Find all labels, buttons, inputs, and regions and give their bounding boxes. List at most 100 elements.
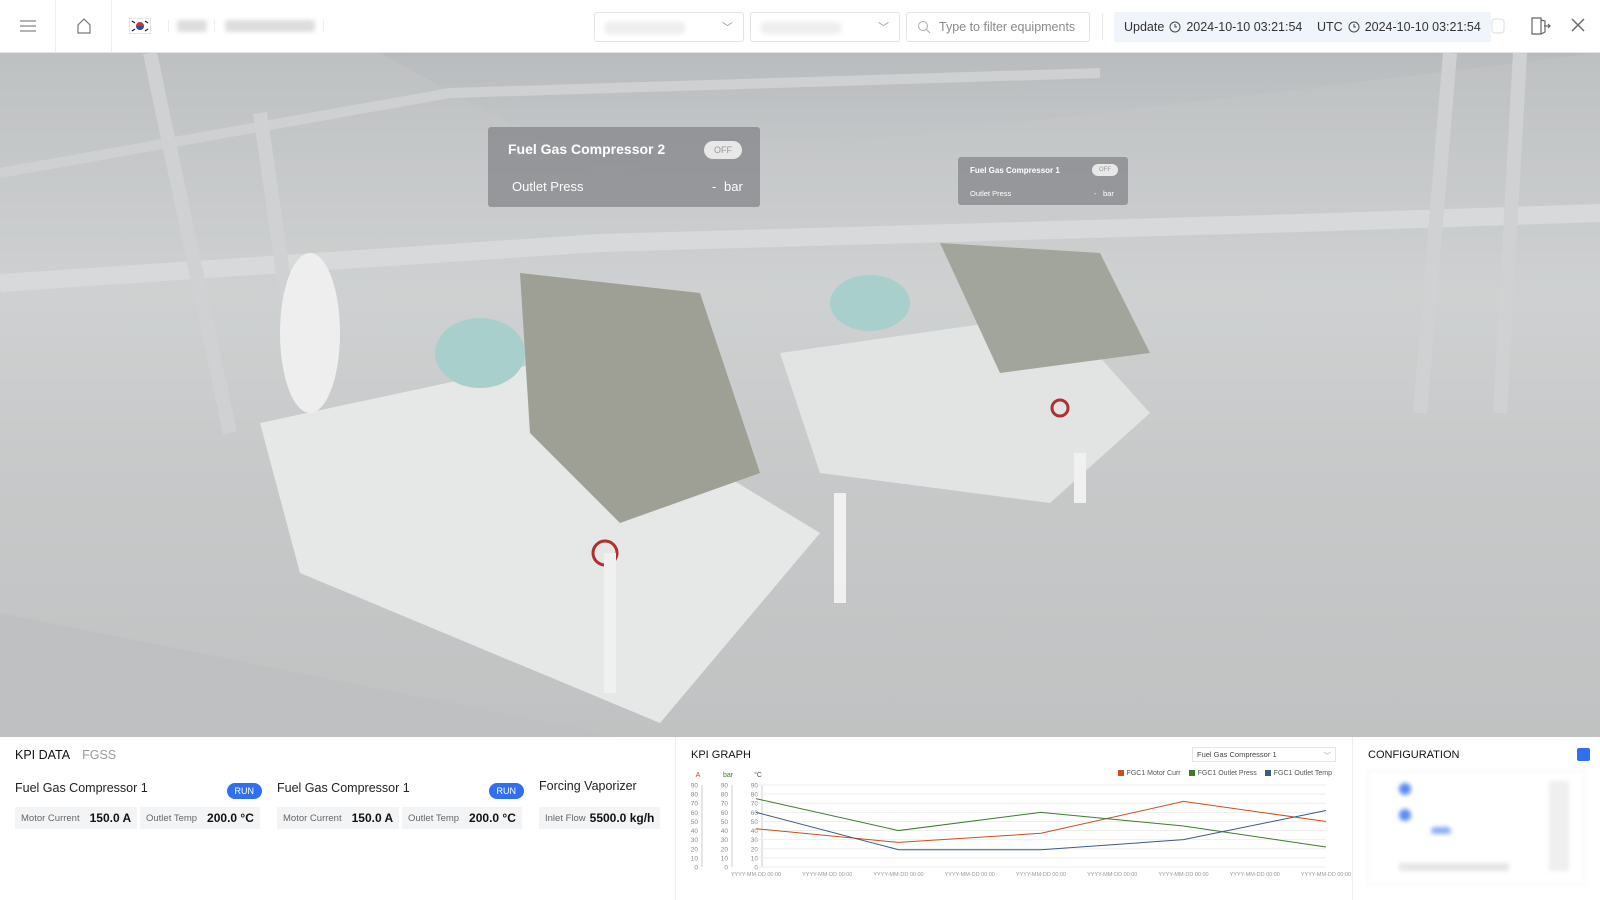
home-button[interactable] — [56, 0, 112, 53]
panel-title: CONFIGURATION — [1368, 749, 1460, 761]
equipment-type-select[interactable]: ﹀ — [750, 12, 900, 42]
configuration-panel: CONFIGURATION — [1353, 737, 1600, 900]
y-tick-label: 10 — [691, 855, 699, 862]
divider — [1102, 14, 1103, 40]
y-tick-label: 50 — [751, 819, 759, 826]
x-tick-label: YYYY-MM-DD 00:00 — [1230, 872, 1280, 878]
tag-metric-unit: bar — [1103, 189, 1114, 198]
y-tick-label: 10 — [721, 855, 729, 862]
axis-unit-label: bar — [723, 772, 734, 779]
utc-timestamp: UTC 2024-10-10 03:21:54 — [1307, 12, 1491, 42]
y-tick-label: 50 — [721, 819, 729, 826]
y-tick-label: 40 — [691, 828, 699, 835]
y-tick-label: 50 — [691, 819, 699, 826]
status-badge: OFF — [1092, 164, 1118, 176]
vessel-select[interactable]: ﹀ — [594, 12, 744, 42]
axis-unit-label: °C — [754, 771, 762, 779]
x-tick-label: YYYY-MM-DD 00:00 — [945, 872, 995, 878]
search-icon — [918, 21, 931, 34]
equipment-name: Fuel Gas Compressor 1 — [277, 781, 410, 795]
x-tick-label: YYYY-MM-DD 00:00 — [1087, 872, 1137, 878]
tag-metric-value: - — [1094, 189, 1097, 198]
y-tick-label: 90 — [721, 783, 729, 790]
y-tick-label: 70 — [751, 801, 759, 808]
y-tick-label: 40 — [721, 828, 729, 835]
panel-title: KPI GRAPH — [691, 749, 751, 761]
status-badge: RUN — [488, 783, 524, 799]
chevron-down-icon: ﹀ — [878, 22, 889, 34]
x-tick-label: YYYY-MM-DD 00:00 — [1016, 872, 1066, 878]
kpi-motor-current: Motor Current 150.0 A — [15, 807, 138, 829]
equipment-tag-fgc1[interactable]: Fuel Gas Compressor 1 OFF Outlet Press -… — [958, 157, 1128, 205]
expand-icon[interactable] — [1577, 748, 1590, 761]
y-tick-label: 0 — [754, 865, 758, 872]
hamburger-icon — [19, 20, 36, 32]
menu-button[interactable] — [0, 0, 56, 53]
kpi-outlet-temp: Outlet Temp 200.0 °C — [140, 807, 260, 829]
utc-label: UTC — [1317, 20, 1343, 34]
close-button[interactable] — [1570, 17, 1586, 38]
equipment-card[interactable]: Forcing Vaporizer Inlet Flow 5500.0 kg/h — [539, 779, 669, 829]
tag-metric-label: Outlet Press — [970, 189, 1012, 198]
y-tick-label: 20 — [691, 846, 699, 853]
tab-kpi-data[interactable]: KPI DATA — [15, 748, 70, 762]
exit-door-icon — [1531, 17, 1551, 35]
sync-icon — [1491, 18, 1505, 34]
y-tick-label: 60 — [691, 810, 699, 817]
x-tick-label: YYYY-MM-DD 00:00 — [1301, 872, 1351, 878]
kpi-motor-current: Motor Current 150.0 A — [277, 807, 400, 829]
y-tick-label: 80 — [721, 792, 729, 799]
equipment-card[interactable]: Fuel Gas Compressor 1 RUN Motor Current 1… — [277, 781, 524, 829]
kpi-outlet-temp: Outlet Temp 200.0 °C — [402, 807, 522, 829]
bottom-panels: KPI DATA FGSS Fuel Gas Compressor 1 RUN … — [0, 737, 1600, 900]
y-tick-label: 30 — [751, 837, 759, 844]
tag-metric-value: - — [712, 179, 717, 194]
y-tick-label: 70 — [721, 801, 729, 808]
y-tick-label: 80 — [751, 792, 759, 799]
x-tick-label: YYYY-MM-DD 00:00 — [731, 872, 781, 878]
status-badge: OFF — [704, 141, 742, 159]
equipment-select[interactable]: Fuel Gas Compressor 1 ﹀ — [1192, 747, 1336, 762]
y-tick-label: 0 — [694, 865, 698, 872]
sync-button[interactable] — [1490, 17, 1506, 40]
y-tick-label: 80 — [691, 792, 699, 799]
tag-metric-label: Outlet Press — [512, 179, 584, 194]
equipment-name: Forcing Vaporizer — [539, 779, 637, 793]
y-tick-label: 20 — [751, 846, 759, 853]
utc-time: 2024-10-10 03:21:54 — [1364, 20, 1481, 34]
kpi-inlet-flow: Inlet Flow 5500.0 kg/h — [539, 807, 661, 829]
kpi-data-panel: KPI DATA FGSS Fuel Gas Compressor 1 RUN … — [0, 737, 676, 900]
x-tick-label: YYYY-MM-DD 00:00 — [873, 872, 923, 878]
exit-button[interactable] — [1530, 16, 1552, 41]
breadcrumb-item[interactable] — [214, 20, 324, 32]
tab-fgss[interactable]: FGSS — [82, 748, 116, 762]
breadcrumb-item[interactable] — [168, 20, 214, 32]
tag-metric-unit: bar — [724, 179, 743, 194]
y-tick-label: 10 — [751, 855, 759, 862]
flag-korea-icon[interactable] — [112, 18, 168, 34]
equipment-tag-fgc2[interactable]: Fuel Gas Compressor 2 OFF Outlet Press -… — [488, 127, 760, 207]
x-tick-label: YYYY-MM-DD 00:00 — [802, 872, 852, 878]
chevron-down-icon: ﹀ — [1323, 751, 1332, 760]
update-time: 2024-10-10 03:21:54 — [1186, 20, 1303, 34]
status-badge: RUN — [226, 783, 262, 799]
close-icon — [1571, 18, 1585, 32]
home-icon — [76, 18, 91, 34]
y-tick-label: 60 — [721, 810, 729, 817]
equipment-card[interactable]: Fuel Gas Compressor 1 RUN Motor Current 1… — [15, 781, 262, 829]
axis-unit-label: A — [696, 772, 701, 779]
y-tick-label: 30 — [721, 837, 729, 844]
3d-viewport[interactable]: Fuel Gas Compressor 2 OFF Outlet Press -… — [0, 53, 1600, 737]
plant-3d-model — [0, 53, 1600, 737]
y-tick-label: 0 — [724, 865, 728, 872]
y-tick-label: 60 — [751, 810, 759, 817]
search-placeholder: Type to filter equipments — [939, 20, 1076, 34]
configuration-diagram — [1368, 770, 1585, 885]
equipment-filter-input[interactable]: Type to filter equipments — [906, 12, 1090, 42]
kpi-graph-panel: KPI GRAPH Fuel Gas Compressor 1 ﹀ FGC1 Mo… — [676, 737, 1353, 900]
kpi-line-chart: A 0 10 20 30 40 50 60 70 80 90 bar 0 10 20 30 40 50 60 70 80… — [691, 771, 1351, 878]
y-tick-label: 90 — [691, 783, 699, 790]
clock-icon — [1169, 21, 1181, 33]
update-label: Update — [1124, 20, 1165, 34]
chevron-down-icon: ﹀ — [722, 22, 733, 34]
